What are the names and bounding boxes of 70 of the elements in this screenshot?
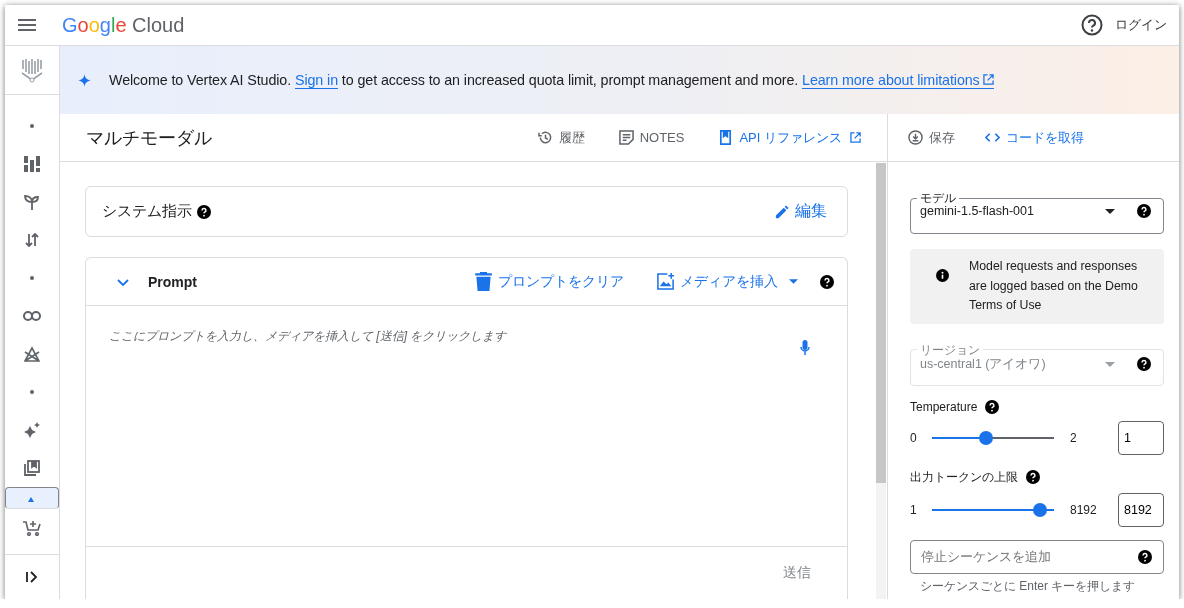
microphone-icon[interactable] xyxy=(800,340,810,356)
dashboard-icon xyxy=(24,156,40,172)
notes-button[interactable]: NOTES xyxy=(618,130,685,145)
help-icon[interactable] xyxy=(820,274,834,289)
help-icon[interactable] xyxy=(985,399,1000,414)
sparkle-icon xyxy=(78,73,91,87)
save-button[interactable]: 保存 xyxy=(908,128,955,147)
link-icon xyxy=(23,310,41,322)
library-icon xyxy=(24,460,40,476)
dot-icon xyxy=(30,276,34,280)
caret-icon xyxy=(1105,208,1115,214)
stop-sequence-field[interactable]: 停止シーケンスを追加 xyxy=(910,539,1164,574)
google-cloud-logo[interactable]: Google Cloud xyxy=(62,13,185,37)
menu-icon[interactable] xyxy=(18,19,36,31)
prompt-title: Prompt xyxy=(148,273,197,290)
slider-label: 出力トークンの上限 xyxy=(910,468,1018,486)
help-icon[interactable] xyxy=(1137,204,1151,218)
slider-max: 8192 xyxy=(1070,502,1097,517)
sprout-icon xyxy=(24,194,40,210)
learn-more-link[interactable]: Learn more about limitations xyxy=(802,72,994,89)
external-link-icon xyxy=(982,74,994,85)
help-icon[interactable] xyxy=(1138,549,1152,564)
slider-min: 0 xyxy=(910,430,918,445)
caret-icon xyxy=(1105,361,1115,367)
welcome-message: Welcome to Vertex AI Studio. Sign in to get access to an increased quota limit, prompt management and more. Learn more about limitations xyxy=(109,72,994,88)
slider-min: 1 xyxy=(910,502,918,517)
dot-icon xyxy=(30,124,34,128)
caret-icon xyxy=(789,279,798,284)
page-title: マルチモーダル xyxy=(86,126,212,150)
slider-thumb[interactable] xyxy=(979,430,993,445)
expand-icon[interactable] xyxy=(26,571,38,583)
help-icon[interactable] xyxy=(1026,470,1040,484)
trash-icon xyxy=(474,272,493,291)
insert-media-button[interactable]: メディアを挿入 xyxy=(656,272,798,291)
history-button[interactable]: 履歴 xyxy=(537,128,585,147)
sparkle-icon xyxy=(24,422,40,438)
pencil-icon xyxy=(775,204,789,219)
history-icon xyxy=(537,130,553,145)
notes-icon xyxy=(618,130,634,145)
prompt-card[interactable]: Prompt プロンプトをクリア メディアを挿入 ここにプロンプトを入力し、メディアを挿入して [送信] をクリックします 送信 xyxy=(85,257,848,599)
stop-sequence-hint: シーケンスごとに Enter キーを押します xyxy=(920,577,1137,595)
triangle-icon xyxy=(27,497,34,502)
info-icon xyxy=(936,269,949,282)
selected-nav-item[interactable] xyxy=(5,487,59,509)
get-code-button[interactable]: コードを取得 xyxy=(985,128,1084,147)
sign-in-link[interactable]: Sign in xyxy=(294,72,338,89)
swap-arrows-icon xyxy=(24,232,40,248)
slider-label: Temperature xyxy=(910,399,978,414)
vertex-logo-icon[interactable] xyxy=(20,57,44,83)
tent-icon xyxy=(24,346,40,362)
clear-prompt-button[interactable]: プロンプトをクリア xyxy=(474,272,624,291)
add-image-icon xyxy=(656,272,675,291)
slider-value-field[interactable]: 1 xyxy=(1118,420,1164,455)
edit-button[interactable]: 編集 xyxy=(775,201,827,222)
book-icon xyxy=(718,130,734,145)
cart-icon xyxy=(23,520,41,536)
slider-max: 2 xyxy=(1070,430,1077,445)
system-instructions-title: システム指示 xyxy=(102,202,192,221)
help-icon[interactable] xyxy=(1081,14,1103,36)
slider-value-field[interactable]: 8192 xyxy=(1118,492,1164,527)
dot-icon xyxy=(30,390,34,394)
slider-thumb[interactable] xyxy=(1033,502,1047,517)
external-link-icon xyxy=(850,132,861,143)
download-icon xyxy=(908,130,923,145)
help-icon[interactable] xyxy=(197,204,211,219)
login-button[interactable]: ログイン xyxy=(1115,16,1167,34)
api-button[interactable]: API リファレンス xyxy=(718,128,861,147)
notice-text: Model requests and responses are logged based on the Demo Terms of Use xyxy=(969,258,1139,314)
model-select[interactable]: モデル gemini-1.5-flash-001 xyxy=(910,192,1164,234)
scrollbar-thumb[interactable] xyxy=(876,163,886,483)
